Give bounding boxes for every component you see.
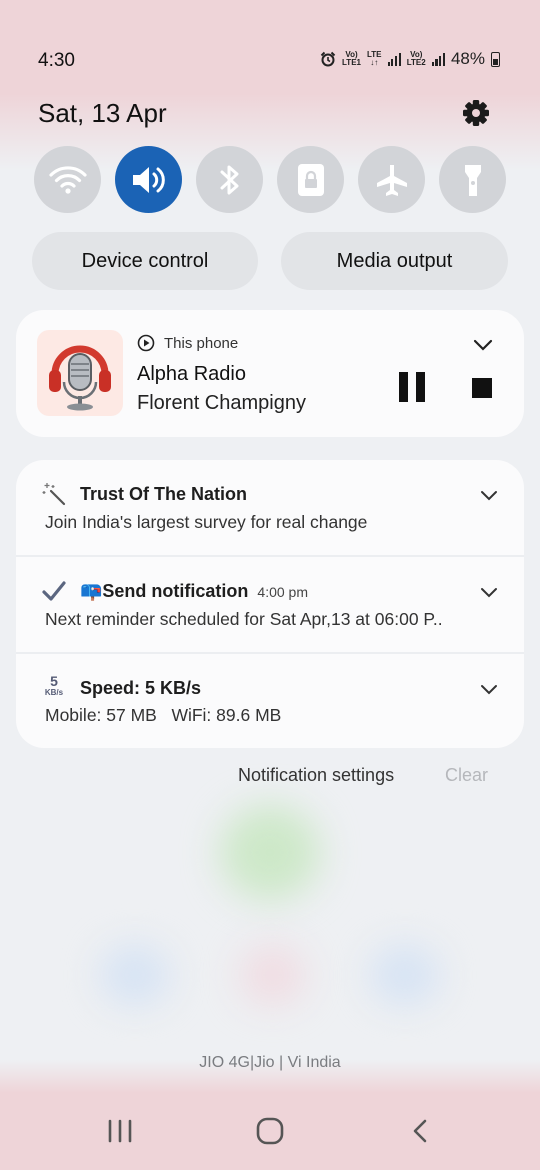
notification-list: Trust Of The Nation Join India's largest… [16, 460, 524, 748]
back-icon[interactable] [408, 1118, 434, 1144]
notification-title-text: Trust Of The Nation [80, 484, 248, 504]
media-source-label: This phone [164, 334, 239, 352]
flashlight-toggle[interactable] [439, 146, 506, 213]
notification-title-text: Speed: 5 KB/s [80, 678, 202, 698]
sim1-volte-indicator: Vo) LTE1 [342, 51, 361, 67]
alarm-icon [320, 51, 336, 67]
status-icons: Vo) LTE1 LTE ↓↑ Vo) LTE2 48% [320, 49, 500, 69]
airplane-icon [376, 164, 407, 196]
notification-body: Join India's largest survey for real cha… [45, 512, 368, 532]
wifi-toggle[interactable] [34, 146, 101, 213]
notification-time: 4:00 pm [257, 584, 309, 600]
media-expand-chevron-icon[interactable] [472, 338, 494, 352]
bottom-tint [0, 1060, 540, 1170]
background-blur-blue-right [370, 945, 440, 1005]
device-control-button[interactable]: Device control [32, 232, 258, 290]
notification-title-text: 📪Send notification [80, 581, 249, 601]
wifi-icon [48, 165, 87, 194]
speed-icon-unit: KB/s [44, 688, 64, 697]
sim1-lte-label: LTE1 [342, 58, 361, 67]
notification-title: Trust Of The Nation [80, 484, 247, 505]
microphone-headphones-icon [49, 345, 111, 411]
quick-settings [34, 146, 506, 213]
expand-chevron-icon[interactable] [478, 586, 500, 600]
data-arrows-icon: ↓↑ [370, 58, 379, 67]
notification-item[interactable]: 5 KB/s Speed: 5 KB/s Mobile: 57 MB WiFi:… [16, 654, 524, 748]
gear-icon[interactable] [460, 97, 492, 129]
signal-sim1-icon [387, 52, 401, 66]
notification-title: 📪Send notification 4:00 pm [80, 581, 308, 602]
device-control-label: Device control [81, 249, 209, 272]
check-icon [42, 581, 66, 601]
top-tint [0, 0, 540, 170]
sound-toggle[interactable] [115, 146, 182, 213]
album-art [37, 330, 123, 416]
media-source: This phone [137, 334, 238, 352]
background-blur-blue-left [100, 945, 170, 1005]
play-circle-icon [137, 334, 155, 352]
data-type-indicator: LTE ↓↑ [367, 51, 382, 67]
sim2-volte-indicator: Vo) LTE2 [407, 51, 426, 67]
expand-chevron-icon[interactable] [478, 489, 500, 503]
signal-sim2-icon [431, 52, 445, 66]
notification-item[interactable]: 📪Send notification 4:00 pm Next reminder … [16, 557, 524, 652]
sim2-lte-label: LTE2 [406, 58, 426, 67]
rotation-lock-toggle[interactable] [277, 146, 344, 213]
background-blur-green [220, 805, 320, 900]
date-label: Sat, 13 Apr [38, 98, 167, 128]
home-icon[interactable] [255, 1116, 285, 1146]
bluetooth-icon [220, 165, 238, 194]
flashlight-icon [464, 164, 481, 196]
carrier-label: JIO 4G|Jio | Vi India [199, 1054, 341, 1071]
rotation-lock-icon [297, 163, 324, 196]
notification-body: Next reminder scheduled for Sat Apr,13 a… [45, 609, 443, 629]
expand-chevron-icon[interactable] [478, 683, 500, 697]
background-blur-pink [240, 945, 305, 1005]
notification-body: Mobile: 57 MB WiFi: 89.6 MB [45, 705, 282, 725]
speed-icon: 5 KB/s [40, 674, 68, 702]
bluetooth-toggle[interactable] [196, 146, 263, 213]
battery-icon [491, 51, 500, 67]
speed-icon-value: 5 [50, 673, 58, 689]
media-output-button[interactable]: Media output [281, 232, 508, 290]
media-artist: Florent Champigny [137, 392, 306, 414]
magic-wand-icon [42, 483, 66, 506]
notification-item[interactable]: Trust Of The Nation Join India's largest… [16, 460, 524, 555]
media-output-label: Media output [336, 249, 453, 272]
notification-settings-button[interactable]: Notification settings [238, 765, 394, 786]
clear-button[interactable]: Clear [445, 765, 488, 786]
status-bar: 4:30 Vo) LTE1 LTE ↓↑ Vo) LTE2 48% [0, 44, 540, 78]
battery-percent: 48% [450, 49, 485, 68]
media-player-card[interactable]: This phone Alpha Radio Florent Champigny [16, 310, 524, 437]
stop-button[interactable] [470, 376, 494, 400]
sound-icon [132, 166, 165, 193]
airplane-toggle[interactable] [358, 146, 425, 213]
pause-button[interactable] [396, 370, 428, 404]
recent-apps-icon[interactable] [106, 1118, 134, 1144]
status-time: 4:30 [38, 50, 75, 71]
media-title: Alpha Radio [137, 363, 246, 385]
notification-title: Speed: 5 KB/s [80, 678, 201, 699]
